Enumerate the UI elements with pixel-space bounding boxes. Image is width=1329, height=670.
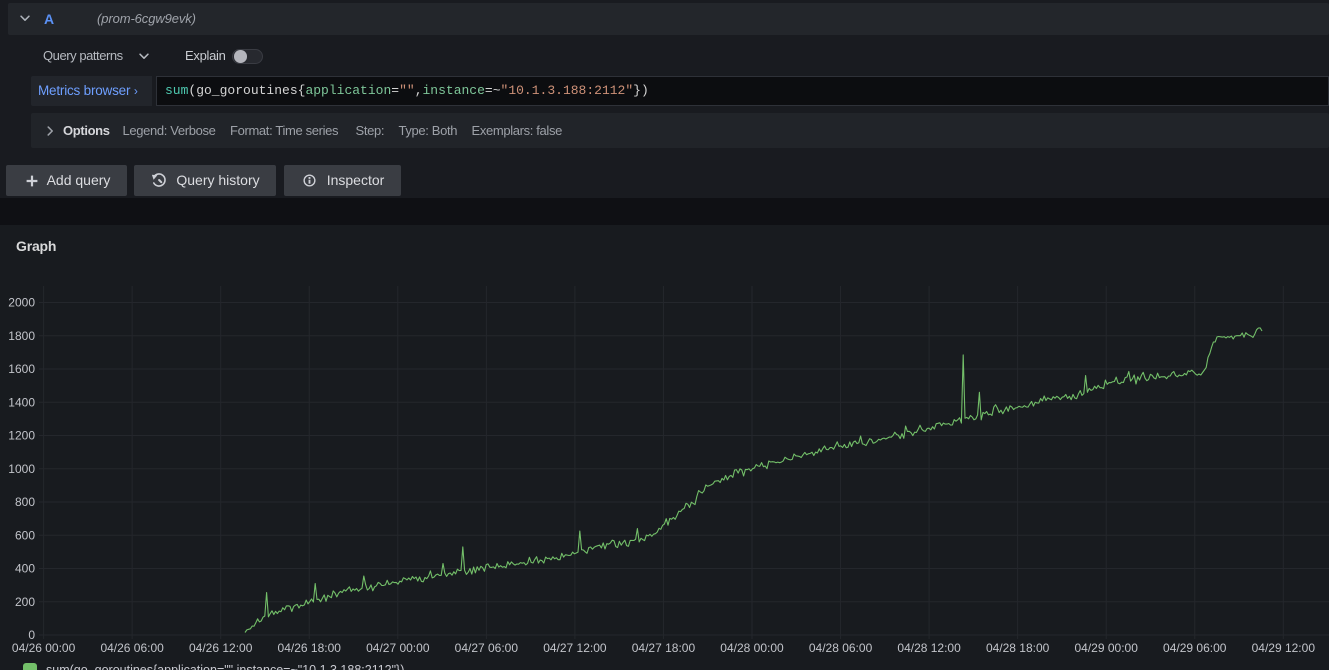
svg-text:04/27 00:00: 04/27 00:00: [366, 641, 430, 655]
svg-text:04/27 06:00: 04/27 06:00: [455, 641, 519, 655]
svg-text:1200: 1200: [8, 429, 35, 443]
svg-text:04/26 18:00: 04/26 18:00: [278, 641, 342, 655]
svg-text:04/27 12:00: 04/27 12:00: [543, 641, 607, 655]
svg-text:sum(go_goroutines{application=: sum(go_goroutines{application="" instanc…: [46, 663, 404, 670]
svg-text:04/26 12:00: 04/26 12:00: [189, 641, 253, 655]
svg-text:04/27 18:00: 04/27 18:00: [632, 641, 696, 655]
svg-text:04/26 06:00: 04/26 06:00: [100, 641, 164, 655]
svg-text:1600: 1600: [8, 362, 35, 376]
svg-text:04/28 00:00: 04/28 00:00: [720, 641, 784, 655]
svg-text:400: 400: [15, 562, 35, 576]
svg-text:04/26 00:00: 04/26 00:00: [12, 641, 76, 655]
svg-text:0: 0: [28, 628, 35, 642]
svg-text:04/28 12:00: 04/28 12:00: [897, 641, 961, 655]
svg-text:1800: 1800: [8, 329, 35, 343]
svg-text:600: 600: [15, 528, 35, 542]
svg-text:04/28 06:00: 04/28 06:00: [809, 641, 873, 655]
svg-text:04/29 00:00: 04/29 00:00: [1074, 641, 1138, 655]
svg-text:1000: 1000: [8, 462, 35, 476]
svg-text:1400: 1400: [8, 395, 35, 409]
svg-text:04/28 18:00: 04/28 18:00: [986, 641, 1050, 655]
svg-text:2000: 2000: [8, 296, 35, 310]
svg-text:200: 200: [15, 595, 35, 609]
svg-text:800: 800: [15, 495, 35, 509]
svg-text:04/29 06:00: 04/29 06:00: [1163, 641, 1227, 655]
svg-text:04/29 12:00: 04/29 12:00: [1252, 641, 1316, 655]
